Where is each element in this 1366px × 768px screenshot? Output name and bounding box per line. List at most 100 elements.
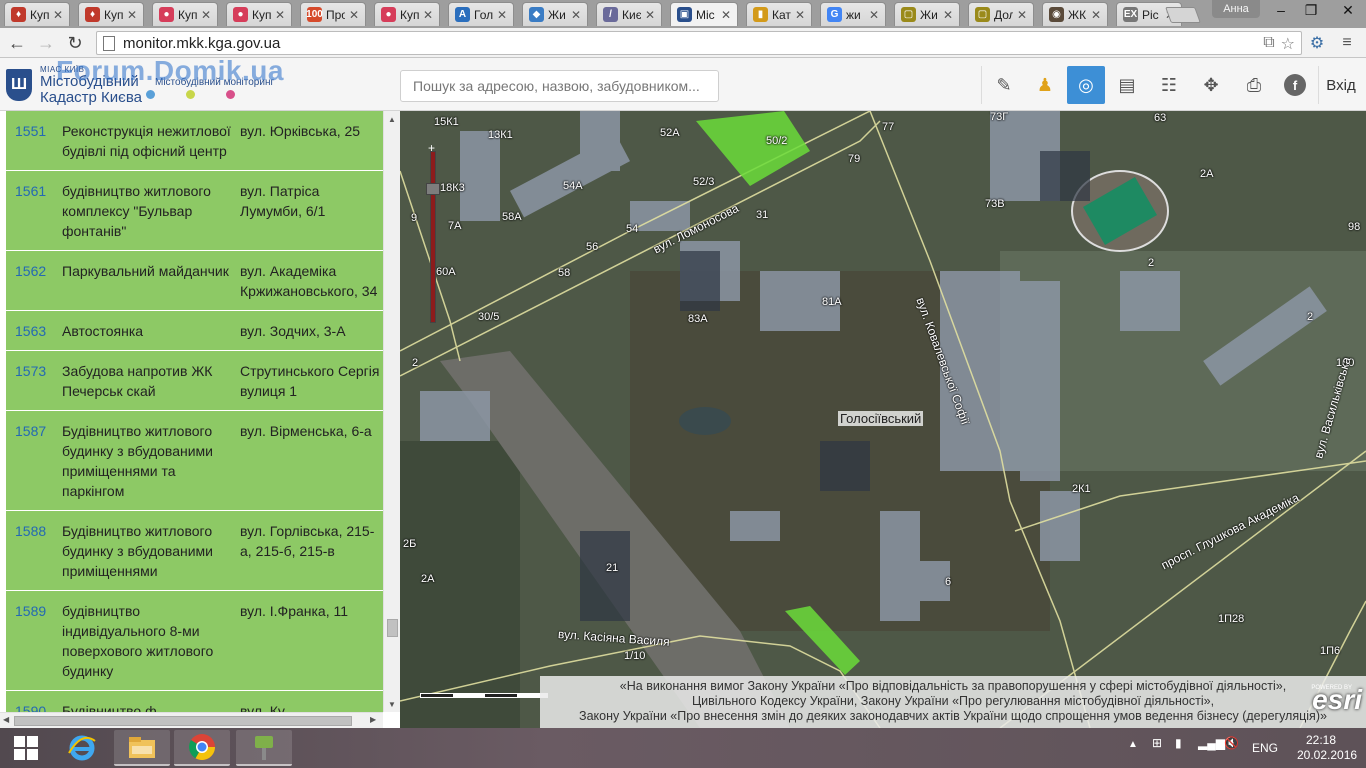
- zoom-slider-track[interactable]: [430, 151, 436, 323]
- browser-tab[interactable]: ● Куп ✕: [374, 2, 440, 26]
- item-id[interactable]: 1562: [6, 261, 62, 301]
- tab-close-icon[interactable]: ✕: [1017, 8, 1027, 22]
- browser-tab[interactable]: ▣ Міс ✕: [670, 2, 738, 26]
- browser-tab[interactable]: ◉ ЖК ✕: [1042, 2, 1108, 26]
- tab-close-icon[interactable]: ✕: [571, 8, 581, 22]
- list-vertical-scrollbar[interactable]: ▲ ▼: [383, 111, 400, 712]
- list-item[interactable]: 1587 Будівництво житлового будинку з вбуд…: [6, 411, 383, 511]
- tab-close-icon[interactable]: ✕: [423, 8, 433, 22]
- facebook-button[interactable]: f: [1276, 66, 1314, 104]
- scroll-down-arrow-icon[interactable]: ▼: [388, 700, 396, 709]
- list-item[interactable]: 1590 Будівництво ф вул. Ку: [6, 691, 383, 712]
- close-window-icon[interactable]: ✕: [1330, 0, 1366, 20]
- browser-tab[interactable]: ▢ Жи ✕: [894, 2, 960, 26]
- measure-tool-button[interactable]: ▤: [1108, 66, 1146, 104]
- item-id[interactable]: 1589: [6, 601, 62, 681]
- extent-tool-button[interactable]: ✥: [1192, 66, 1230, 104]
- new-tab-button[interactable]: [1165, 7, 1201, 23]
- list-item[interactable]: 1562 Паркувальний майданчик вул. Академіка…: [6, 251, 383, 311]
- item-id[interactable]: 1551: [6, 121, 62, 161]
- scroll-thumb-horizontal[interactable]: [14, 716, 352, 726]
- browser-tab[interactable]: ▮ Кат ✕: [746, 2, 812, 26]
- extension-icon[interactable]: ⚙: [1306, 32, 1328, 54]
- browser-tab[interactable]: ◆ Жи ✕: [522, 2, 588, 26]
- list-item[interactable]: 1563 Автостоянка вул. Зодчих, 3-А: [6, 311, 383, 351]
- ruler-icon: ▤: [1118, 74, 1136, 95]
- tab-close-icon[interactable]: ✕: [349, 8, 359, 22]
- browser-tab[interactable]: Gжи ✕: [820, 2, 886, 26]
- list-item[interactable]: 1551 Реконструкція нежитлової будівлі під…: [6, 111, 383, 171]
- item-id[interactable]: 1588: [6, 521, 62, 581]
- maximize-icon[interactable]: ❐: [1296, 0, 1326, 20]
- item-id[interactable]: 1587: [6, 421, 62, 501]
- identify-tool-button[interactable]: ◎: [1067, 66, 1105, 104]
- zoom-slider-handle[interactable]: [426, 183, 440, 195]
- browser-tab[interactable]: 100Про ✕: [300, 2, 366, 26]
- list-item[interactable]: 1588 Будівництво житлового будинку з вбуд…: [6, 511, 383, 591]
- print-tool-button[interactable]: ⎙: [1235, 66, 1273, 104]
- tab-close-icon[interactable]: ✕: [127, 8, 137, 22]
- network-icon[interactable]: ▂▄▆: [1198, 736, 1225, 750]
- tab-close-icon[interactable]: ✕: [721, 8, 731, 22]
- list-item[interactable]: 1561 будівництво житлового комплексу "Бул…: [6, 171, 383, 251]
- tab-close-icon[interactable]: ✕: [943, 8, 953, 22]
- list-item[interactable]: 1573 Забудова напротив ЖК Печерськ скай Ст…: [6, 351, 383, 411]
- item-id[interactable]: 1590: [6, 701, 62, 712]
- house-number: 54А: [563, 180, 583, 192]
- browser-tab[interactable]: ● Куп ✕: [226, 2, 292, 26]
- item-id[interactable]: 1563: [6, 321, 62, 341]
- browser-tab[interactable]: ♦ Куп ✕: [4, 2, 70, 26]
- tab-close-icon[interactable]: ✕: [53, 8, 63, 22]
- minimize-icon[interactable]: ‒: [1266, 0, 1296, 20]
- browser-tab[interactable]: ▢ Дол ✕: [968, 2, 1034, 26]
- system-clock[interactable]: 22:18 20.02.2016: [1297, 733, 1357, 763]
- browser-tab[interactable]: A Гол ✕: [448, 2, 514, 26]
- bookmark-star-icon[interactable]: ☆: [1281, 34, 1295, 54]
- tab-close-icon[interactable]: ✕: [795, 8, 805, 22]
- kyiv-emblem-icon[interactable]: Ш: [6, 69, 32, 101]
- start-button[interactable]: [6, 734, 46, 762]
- edit-tool-button[interactable]: ✎: [985, 66, 1023, 104]
- house-number: 30/5: [478, 311, 500, 323]
- forward-icon[interactable]: →: [34, 31, 58, 55]
- language-indicator[interactable]: ENG: [1252, 741, 1278, 755]
- internet-explorer-taskbar-icon[interactable]: [54, 730, 110, 766]
- reload-icon[interactable]: ↻: [63, 31, 87, 55]
- satellite-map[interactable]: 15К1 13К1 52А 50/2 77 73Г 63 79 54А 52/3…: [400, 111, 1366, 728]
- profile-button[interactable]: Анна: [1212, 0, 1260, 18]
- item-id[interactable]: 1573: [6, 361, 62, 401]
- tab-close-icon[interactable]: ✕: [201, 8, 211, 22]
- file-explorer-taskbar-icon[interactable]: [114, 730, 170, 766]
- tab-close-icon[interactable]: ✕: [645, 8, 655, 22]
- address-search-input[interactable]: [400, 70, 719, 102]
- scroll-thumb[interactable]: [387, 619, 398, 637]
- scroll-left-arrow-icon[interactable]: ◀: [3, 715, 9, 724]
- volume-muted-icon[interactable]: 🔇: [1224, 736, 1239, 750]
- tab-close-icon[interactable]: ✕: [869, 8, 879, 22]
- app-taskbar-icon[interactable]: [236, 730, 292, 766]
- street-view-button[interactable]: ♟: [1026, 66, 1064, 104]
- tab-close-icon[interactable]: ✕: [275, 8, 285, 22]
- chrome-taskbar-icon[interactable]: [174, 730, 230, 766]
- house-number: 13К1: [488, 129, 513, 141]
- back-icon[interactable]: ←: [5, 31, 29, 55]
- tab-close-icon[interactable]: ✕: [1091, 8, 1101, 22]
- list-item[interactable]: 1589 будівництво індивідуального 8-ми пов…: [6, 591, 383, 691]
- tab-close-icon[interactable]: ✕: [497, 8, 507, 22]
- browser-tab[interactable]: ♦ Куп ✕: [78, 2, 144, 26]
- battery-icon[interactable]: ▮: [1175, 736, 1182, 750]
- browser-tab[interactable]: / Киє ✕: [596, 2, 662, 26]
- login-button[interactable]: Вхід: [1320, 66, 1362, 104]
- action-center-icon[interactable]: ⊞: [1152, 736, 1162, 750]
- list-horizontal-scrollbar[interactable]: ◀ ▶: [0, 712, 383, 728]
- chrome-menu-icon[interactable]: ≡: [1336, 32, 1358, 54]
- scroll-right-arrow-icon[interactable]: ▶: [370, 715, 376, 724]
- translate-icon[interactable]: ⧉: [1263, 34, 1274, 54]
- tab-favicon-icon: ▣: [677, 7, 692, 22]
- browser-tab[interactable]: ● Куп ✕: [152, 2, 218, 26]
- address-bar[interactable]: monitor.mkk.kga.gov.ua ⧉ ☆: [96, 31, 1302, 55]
- layers-tool-button[interactable]: ☷: [1150, 66, 1188, 104]
- scroll-up-arrow-icon[interactable]: ▲: [388, 115, 396, 124]
- item-id[interactable]: 1561: [6, 181, 62, 241]
- tray-overflow-icon[interactable]: ▲: [1128, 739, 1138, 750]
